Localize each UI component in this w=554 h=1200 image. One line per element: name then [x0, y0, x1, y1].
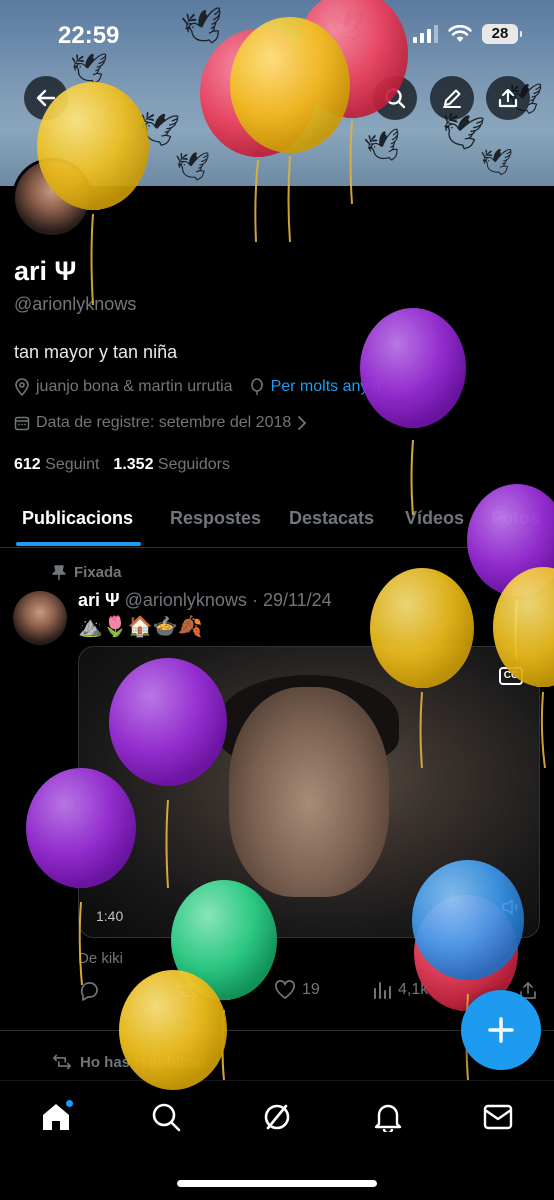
views-count: 4,1k	[398, 981, 429, 998]
nav-grok[interactable]	[257, 1097, 297, 1137]
plus-icon	[488, 1017, 514, 1043]
follow-stats: 612 Seguint 1.352 Seguidors	[14, 456, 230, 474]
bird-silhouette: 🕊	[175, 150, 211, 183]
bird-silhouette: 🕊	[361, 126, 407, 169]
following-label: Seguint	[45, 456, 100, 473]
balloon-icon	[250, 378, 263, 395]
captions-icon[interactable]: CC	[499, 667, 523, 685]
repost-icon	[52, 1054, 71, 1070]
profile-location: juanjo bona & martin urrutia	[36, 378, 233, 395]
profile-bio: tan mayor y tan niña	[14, 342, 178, 362]
wifi-icon	[448, 25, 472, 42]
tab-publicacions[interactable]: Publicacions	[22, 508, 133, 529]
post-author-handle: @arionlyknows	[124, 590, 247, 610]
video-subject-face	[229, 687, 389, 897]
joined-row[interactable]: Data de registre: setembre del 2018	[14, 414, 307, 432]
following-link[interactable]: 612 Seguint	[14, 456, 99, 474]
tab-videos[interactable]: Vídeos	[405, 508, 464, 529]
post-video[interactable]: CC	[78, 646, 540, 938]
followers-count: 1.352	[113, 456, 154, 473]
notifications-icon	[374, 1104, 402, 1132]
video-caption: De kiki	[78, 950, 124, 967]
nav-home[interactable]	[36, 1097, 76, 1137]
home-indicator	[177, 1180, 377, 1187]
pinned-indicator: Fixada	[52, 564, 122, 581]
like-button[interactable]: 19	[274, 980, 320, 1000]
search-icon	[152, 1103, 181, 1132]
video-duration: 1:40	[96, 908, 124, 924]
profile-meta-row: juanjo bona & martin urrutia Per molts a…	[14, 378, 381, 396]
share-button[interactable]	[486, 76, 530, 120]
views-button[interactable]: 4,1k	[372, 980, 428, 1000]
like-count: 19	[302, 981, 320, 998]
repost-indicator: Ho has republicat	[52, 1053, 206, 1071]
repost-button[interactable]	[174, 980, 198, 1002]
volume-icon[interactable]	[501, 897, 523, 917]
nav-notifications[interactable]	[368, 1097, 408, 1137]
tab-destacats[interactable]: Destacats	[289, 508, 374, 529]
profile-name: ari Ψ	[14, 256, 77, 286]
status-bar: 22:59 28	[0, 0, 554, 72]
tab-fotos[interactable]: Fotos	[491, 508, 540, 529]
joined-date: Data de registre: setembre del 2018	[36, 414, 292, 431]
bird-silhouette: 🕊	[135, 107, 182, 151]
pin-icon	[52, 564, 66, 580]
nav-search[interactable]	[146, 1097, 186, 1137]
bird-silhouette: 🕊	[480, 148, 514, 178]
nav-messages[interactable]	[478, 1097, 518, 1137]
edit-icon	[443, 89, 461, 108]
active-tab-indicator	[16, 542, 141, 546]
back-arrow-icon	[36, 89, 56, 107]
battery-indicator: 28	[482, 24, 522, 44]
search-button[interactable]	[373, 76, 417, 120]
post-author-avatar[interactable]	[13, 591, 67, 645]
home-notification-dot	[65, 1099, 74, 1108]
cellular-signal-icon	[413, 25, 438, 43]
pinned-label: Fixada	[74, 564, 122, 581]
reply-icon	[80, 982, 98, 1001]
share-icon	[498, 88, 518, 108]
profile-tabs: Publicacions Respostes Destacats Vídeos …	[0, 496, 554, 548]
edit-profile-button[interactable]	[430, 76, 474, 120]
messages-icon	[483, 1104, 513, 1130]
heart-icon	[275, 980, 295, 999]
repost-label: Ho has republicat	[80, 1053, 206, 1071]
reply-button[interactable]	[78, 980, 100, 1002]
followers-link[interactable]: 1.352 Seguidors	[113, 456, 230, 474]
following-count: 612	[14, 456, 41, 473]
post-text: ⛰️🌷🏠🍲🍂	[78, 614, 203, 638]
views-icon	[374, 982, 391, 999]
repost-icon	[175, 982, 197, 1000]
post-header: ari Ψ @arionlyknows · 29/11/24	[78, 590, 332, 610]
profile-handle: @arionlyknows	[14, 294, 137, 314]
back-button[interactable]	[24, 76, 68, 120]
calendar-icon	[14, 416, 30, 431]
profile-avatar[interactable]	[12, 158, 92, 238]
compose-post-button[interactable]	[461, 990, 541, 1070]
balloon-purple	[360, 308, 466, 516]
location-pin-icon	[15, 378, 29, 396]
grok-icon	[264, 1104, 290, 1130]
search-icon	[385, 88, 406, 109]
status-indicators: 28	[413, 24, 522, 44]
post-author-name[interactable]: ari Ψ	[78, 590, 120, 610]
tab-respostes[interactable]: Respostes	[170, 508, 261, 529]
status-time: 22:59	[58, 22, 120, 49]
post-date: 29/11/24	[262, 590, 332, 610]
chevron-right-icon	[298, 416, 307, 430]
followers-label: Seguidors	[157, 456, 230, 473]
post-actions: 19 4,1k	[78, 980, 540, 1004]
birthday-link[interactable]: Per molts anys!	[271, 378, 381, 396]
